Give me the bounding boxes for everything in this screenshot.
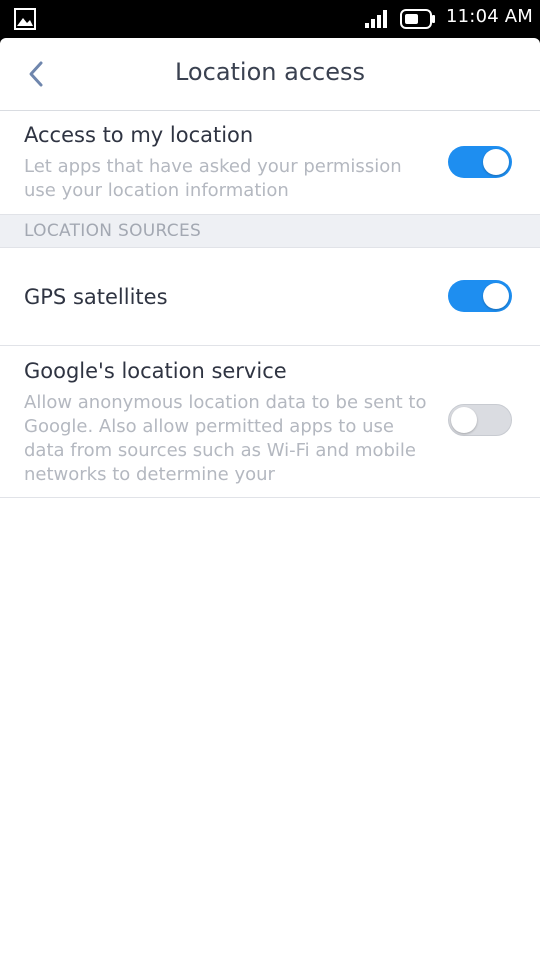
image-icon — [14, 8, 36, 30]
battery-icon — [400, 9, 435, 29]
access-location-description: Let apps that have asked your permission… — [24, 156, 402, 201]
settings-screen: Location access Access to my location Le… — [0, 38, 540, 960]
gps-title: GPS satellites — [24, 285, 168, 309]
access-location-title: Access to my location — [24, 123, 254, 147]
signal-icon — [365, 10, 387, 28]
google-location-toggle[interactable] — [448, 404, 512, 436]
access-location-row[interactable]: Access to my location Let apps that have… — [0, 111, 540, 215]
google-location-description: Allow anonymous location data to be sent… — [24, 392, 427, 485]
gps-row[interactable]: GPS satellites — [0, 248, 540, 346]
status-bar: 11:04 AM — [0, 0, 540, 38]
app-bar: Location access — [0, 38, 540, 111]
section-header: LOCATION SOURCES — [0, 215, 540, 248]
status-time: 11:04 AM — [446, 6, 534, 27]
access-location-toggle[interactable] — [448, 146, 512, 178]
page-title: Location access — [174, 58, 365, 86]
google-location-title: Google's location service — [24, 359, 287, 383]
toggle-knob — [483, 149, 509, 175]
toggle-knob — [451, 407, 477, 433]
toggle-knob — [483, 283, 509, 309]
google-location-row[interactable]: Google's location service Allow anonymou… — [0, 346, 540, 498]
section-header-label: LOCATION SOURCES — [24, 221, 202, 241]
gps-toggle[interactable] — [448, 280, 512, 312]
